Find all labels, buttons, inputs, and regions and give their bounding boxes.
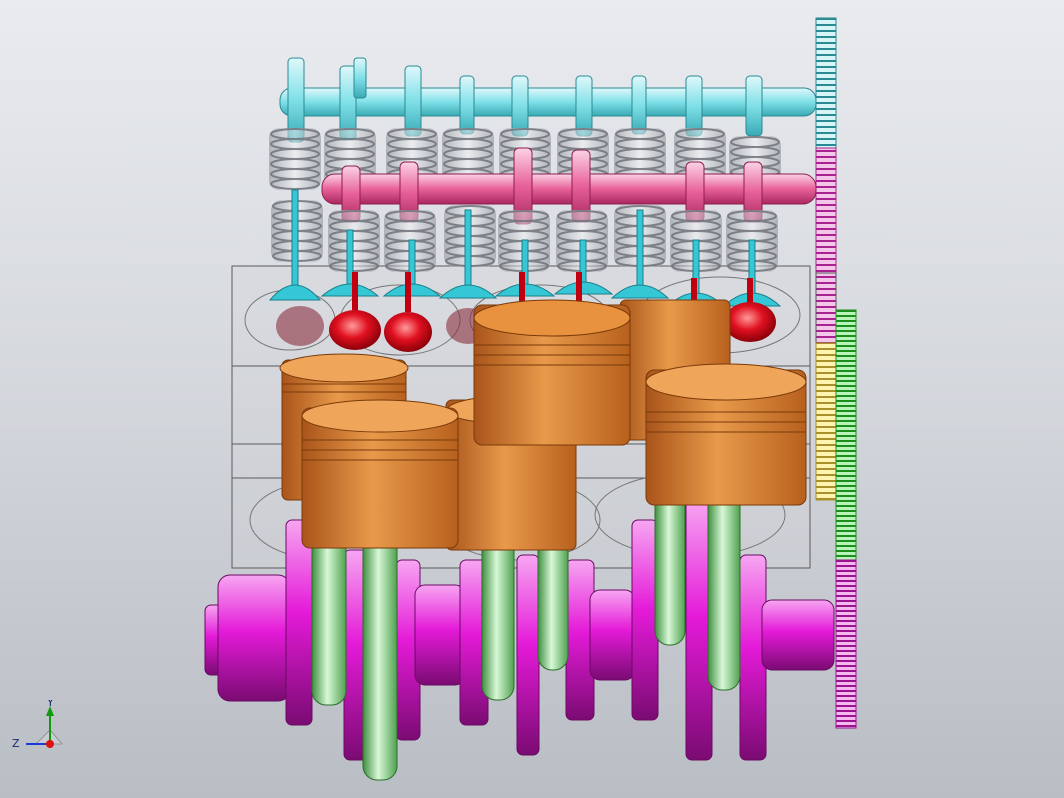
- axis-triad: Y Z: [12, 700, 63, 750]
- z-axis-label: Z: [12, 737, 20, 750]
- piston-5[interactable]: [473, 299, 631, 446]
- y-axis-label: Y: [46, 700, 54, 709]
- engine-assembly-model[interactable]: [0, 0, 1064, 798]
- 3d-viewport[interactable]: Y Z: [0, 0, 1064, 798]
- piston-2[interactable]: [301, 399, 459, 549]
- x-axis-dot: [46, 740, 54, 748]
- piston-6[interactable]: [645, 363, 807, 506]
